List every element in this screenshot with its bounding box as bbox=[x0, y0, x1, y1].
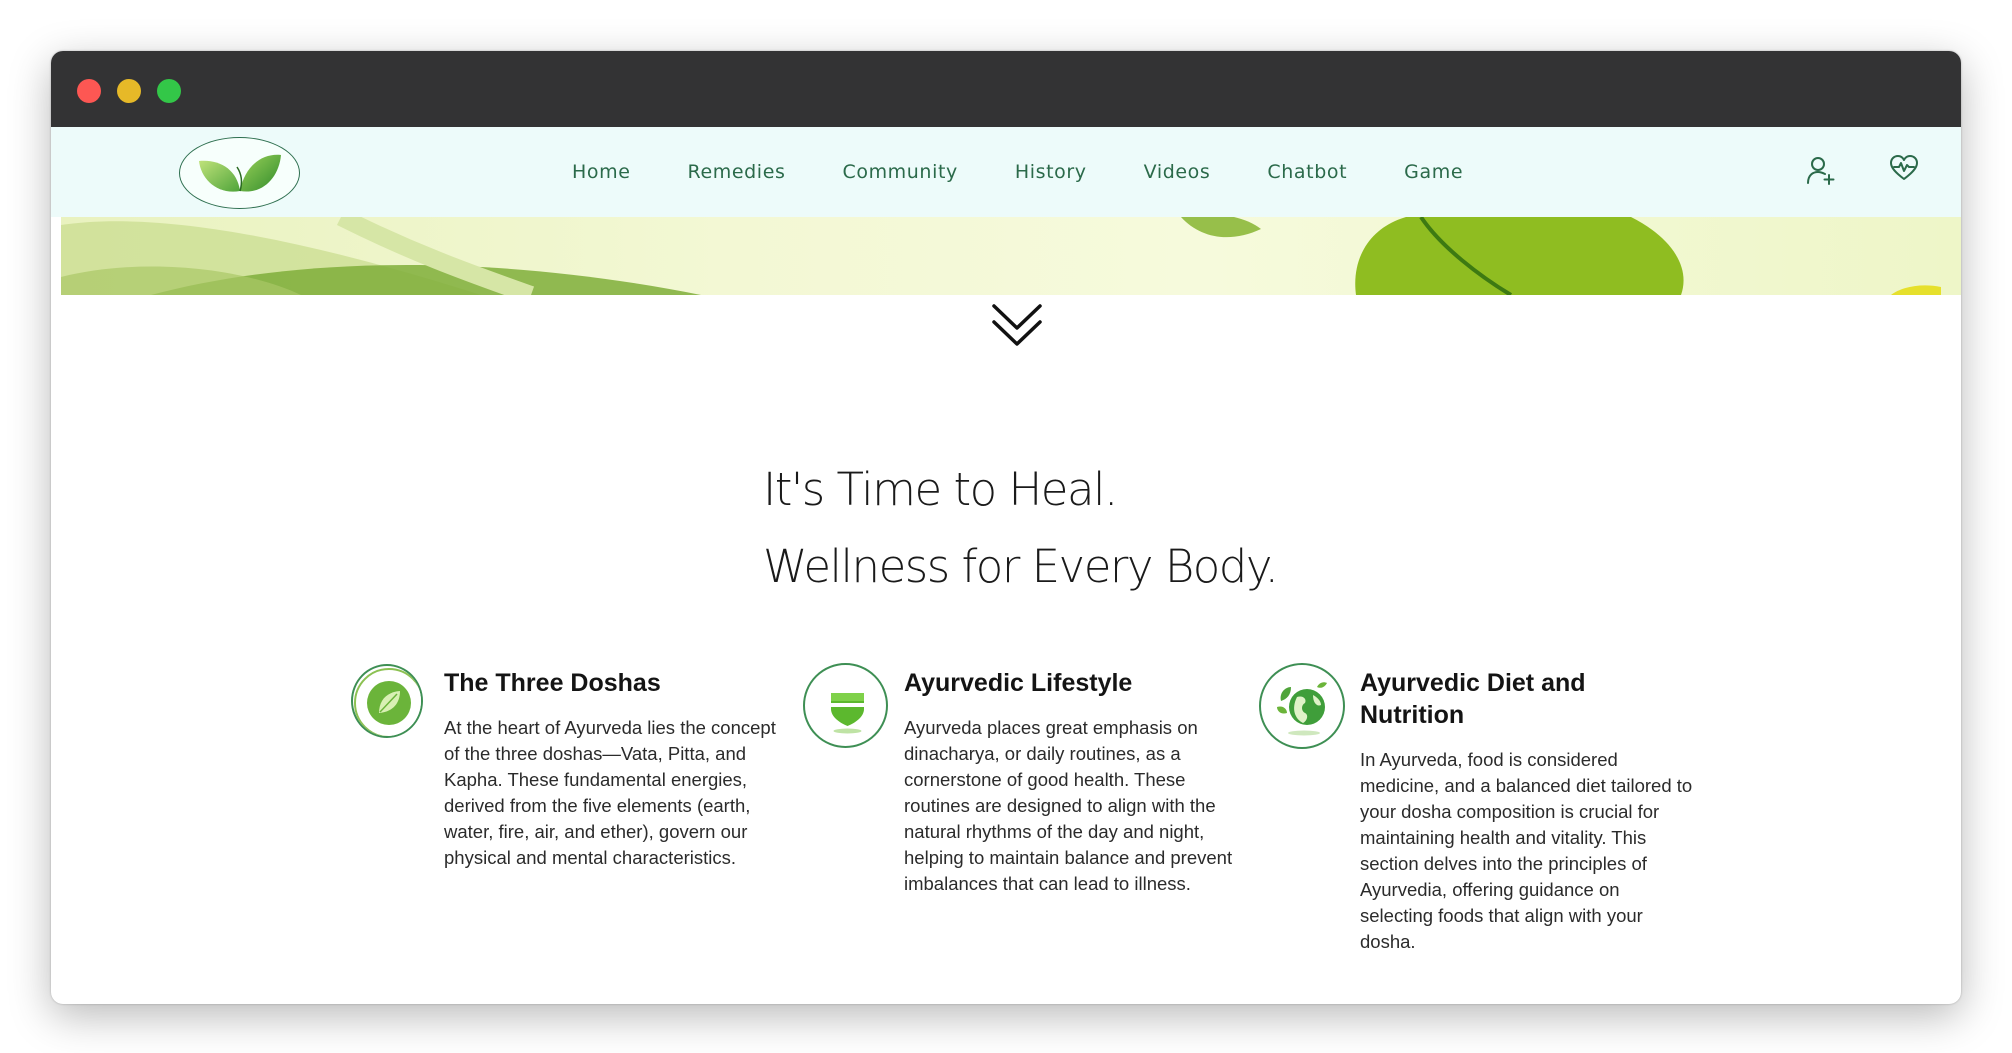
leaf-banner-image bbox=[61, 217, 1941, 295]
feature-description: Ayurveda places great emphasis on dinach… bbox=[904, 717, 1233, 894]
user-plus-icon[interactable] bbox=[1806, 155, 1836, 189]
feature-title: The Three Doshas bbox=[444, 669, 661, 697]
site-navbar: Home Remedies Community History Videos C… bbox=[51, 127, 1961, 217]
nav-remedies[interactable]: Remedies bbox=[688, 161, 786, 183]
minimize-window-button[interactable] bbox=[117, 79, 141, 103]
hero-banner bbox=[61, 217, 1961, 295]
maximize-window-button[interactable] bbox=[157, 79, 181, 103]
heart-pulse-icon[interactable] bbox=[1890, 155, 1918, 185]
green-globe-icon bbox=[1259, 663, 1345, 749]
feature-title: Ayurvedic Lifestyle bbox=[904, 669, 1133, 697]
window-titlebar bbox=[51, 51, 1961, 127]
nav-community[interactable]: Community bbox=[842, 161, 957, 183]
page-headline: It's Time to Heal. Wellness for Every Bo… bbox=[763, 451, 1279, 605]
nav-videos[interactable]: Videos bbox=[1144, 161, 1211, 183]
headline-line-2: Wellness for Every Body. bbox=[763, 540, 1279, 593]
nav-home[interactable]: Home bbox=[572, 161, 631, 183]
nav-chatbot[interactable]: Chatbot bbox=[1267, 161, 1347, 183]
feature-description: At the heart of Ayurveda lies the concep… bbox=[444, 717, 776, 868]
nav-game[interactable]: Game bbox=[1404, 161, 1463, 183]
nav-history[interactable]: History bbox=[1015, 161, 1087, 183]
leaf-logo-icon bbox=[199, 154, 281, 192]
feature-title: Ayurvedic Diet and Nutrition bbox=[1360, 669, 1586, 729]
shield-icon bbox=[803, 663, 888, 748]
leaf-icon bbox=[351, 664, 423, 738]
main-nav: Home Remedies Community History Videos C… bbox=[572, 127, 1520, 217]
site-logo[interactable] bbox=[179, 137, 300, 209]
scroll-down-chevron-icon[interactable] bbox=[991, 302, 1043, 354]
headline-line-1: It's Time to Heal. bbox=[763, 463, 1118, 516]
close-window-button[interactable] bbox=[77, 79, 101, 103]
browser-window: Home Remedies Community History Videos C… bbox=[51, 51, 1961, 1004]
feature-description: In Ayurveda, food is considered medicine… bbox=[1360, 749, 1693, 952]
